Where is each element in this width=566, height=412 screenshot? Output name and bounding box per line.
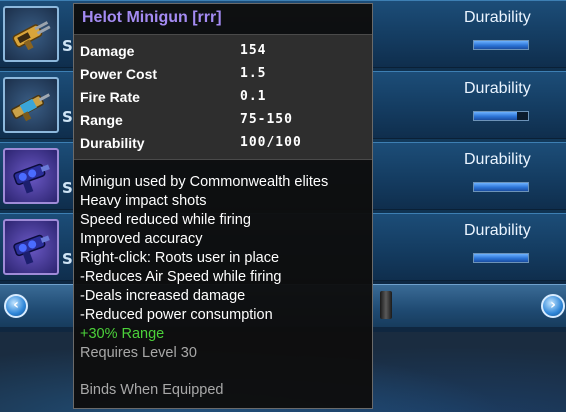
stat-label: Power Cost (80, 66, 158, 82)
level-requirement: Requires Level 30 (80, 345, 197, 361)
pistol-icon (13, 234, 50, 265)
chevron-right-icon[interactable]: › (541, 294, 565, 318)
durability-fill (474, 41, 528, 49)
durability-label: Durability (464, 151, 531, 168)
item-title: Helot Minigun [rrr] (82, 9, 222, 26)
stat-value: 154 (240, 43, 267, 58)
durability-fill (474, 254, 528, 262)
description-line: -Reduces Air Speed while firing (80, 269, 282, 285)
durability-bar (473, 182, 529, 192)
bonus-line: +30% Range (80, 326, 165, 342)
item-slot[interactable] (3, 77, 59, 133)
description-line: Heavy impact shots (80, 193, 207, 209)
item-slot[interactable] (3, 148, 59, 204)
durability-bar (473, 253, 529, 263)
scrollbar-thumb[interactable] (380, 291, 392, 319)
item-name-fragment: S (62, 108, 73, 126)
durability-bar (473, 111, 529, 121)
durability-label: Durability (464, 222, 531, 239)
pistol-icon (13, 163, 50, 194)
stats-panel: Damage 154 Power Cost 1.5 Fire Rate 0.1 … (74, 34, 372, 160)
item-tooltip: Helot Minigun [rrr] Damage 154 Power Cos… (73, 3, 373, 409)
description-line: Right-click: Roots user in place (80, 250, 280, 266)
durability-fill (474, 112, 518, 120)
stat-label: Durability (80, 135, 145, 151)
durability-label: Durability (464, 9, 531, 26)
stat-value: 0.1 (240, 89, 267, 104)
stat-label: Fire Rate (80, 89, 140, 105)
item-name-fragment: S (62, 37, 73, 55)
description-line: Minigun used by Commonwealth elites (80, 174, 329, 190)
durability-label: Durability (464, 80, 531, 97)
stat-label: Damage (80, 43, 135, 59)
durability-bar (473, 40, 529, 50)
stat-value: 75-150 (240, 112, 293, 127)
description-line: Improved accuracy (80, 231, 203, 247)
binding-info: Binds When Equipped (80, 382, 224, 398)
stat-value: 100/100 (240, 135, 302, 150)
item-name-fragment: S (62, 179, 73, 197)
rifle-icon (10, 93, 51, 122)
durability-fill (474, 183, 528, 191)
item-slot[interactable] (3, 219, 59, 275)
description-line: -Deals increased damage (80, 288, 246, 304)
minigun-icon (12, 21, 51, 51)
item-name-fragment: S (62, 250, 73, 268)
description-line: Speed reduced while firing (80, 212, 251, 228)
stat-label: Range (80, 112, 123, 128)
description-line: -Reduced power consumption (80, 307, 273, 323)
item-slot[interactable] (3, 6, 59, 62)
chevron-left-icon[interactable]: ‹ (4, 294, 28, 318)
stat-value: 1.5 (240, 66, 267, 81)
